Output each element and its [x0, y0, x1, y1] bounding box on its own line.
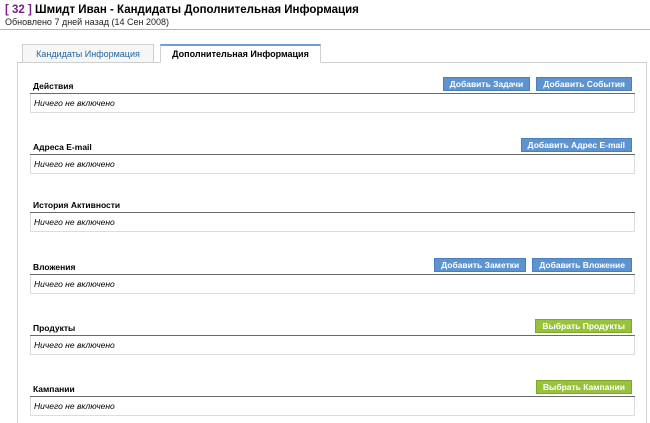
section-title: История Активности	[33, 200, 121, 210]
section-products: Продукты Выбрать Продукты Ничего не вклю…	[30, 319, 635, 355]
page-title: [ 32 ] Шмидт Иван - Кандидаты Дополнител…	[5, 4, 359, 17]
section-header: Продукты Выбрать Продукты	[30, 319, 635, 336]
empty-message: Ничего не включено	[30, 213, 635, 232]
tab-candidate-info[interactable]: Кандидаты Информация	[22, 44, 154, 62]
record-id: [ 32 ]	[5, 4, 32, 16]
page-title-text: Шмидт Иван - Кандидаты Дополнительная Ин…	[31, 4, 359, 16]
empty-message: Ничего не включено	[30, 336, 635, 355]
empty-message: Ничего не включено	[30, 275, 635, 294]
add-email-button[interactable]: Добавить Адрес E-mail	[520, 138, 632, 152]
empty-message: Ничего не включено	[30, 94, 635, 113]
section-attachments: Вложения Добавить Заметки Добавить Вложе…	[30, 258, 635, 294]
section-campaigns: Кампании Выбрать Кампании Ничего не вклю…	[30, 380, 635, 416]
section-title: Адреса E-mail	[33, 142, 92, 152]
section-header: Адреса E-mail Добавить Адрес E-mail	[30, 138, 635, 155]
section-header: История Активности	[30, 196, 635, 213]
empty-message: Ничего не включено	[30, 397, 635, 416]
header-divider	[0, 29, 650, 30]
section-activity-history: История Активности Ничего не включено	[30, 196, 635, 232]
section-title: Кампании	[33, 384, 75, 394]
section-emails: Адреса E-mail Добавить Адрес E-mail Ниче…	[30, 138, 635, 174]
last-updated-text: Обновлено 7 дней назад (14 Сен 2008)	[5, 17, 169, 27]
tab-panel	[17, 62, 647, 423]
section-title: Действия	[33, 81, 74, 91]
tab-additional-info[interactable]: Дополнительная Информация	[160, 44, 321, 63]
section-header: Действия Добавить Задачи Добавить Событи…	[30, 77, 635, 94]
section-title: Вложения	[33, 262, 76, 272]
select-campaigns-button[interactable]: Выбрать Кампании	[535, 380, 632, 394]
empty-message: Ничего не включено	[30, 155, 635, 174]
section-header: Вложения Добавить Заметки Добавить Вложе…	[30, 258, 635, 275]
section-header: Кампании Выбрать Кампании	[30, 380, 635, 397]
section-actions: Действия Добавить Задачи Добавить Событи…	[30, 77, 635, 113]
select-products-button[interactable]: Выбрать Продукты	[535, 319, 632, 333]
page-header: [ 32 ] Шмидт Иван - Кандидаты Дополнител…	[5, 4, 359, 28]
section-title: Продукты	[33, 323, 76, 333]
add-tasks-button[interactable]: Добавить Задачи	[442, 77, 531, 91]
add-attachment-button[interactable]: Добавить Вложение	[532, 258, 632, 272]
add-notes-button[interactable]: Добавить Заметки	[434, 258, 527, 272]
add-events-button[interactable]: Добавить События	[536, 77, 632, 91]
